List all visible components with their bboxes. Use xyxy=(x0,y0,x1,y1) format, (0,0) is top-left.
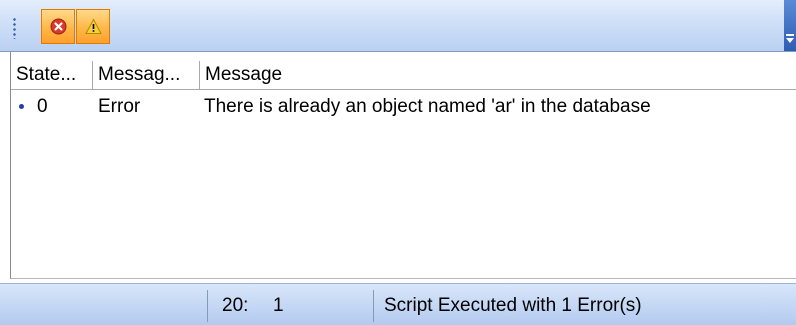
grid-header: State... Messag... Message xyxy=(11,61,796,90)
error-icon xyxy=(50,18,67,35)
messages-grid[interactable]: State... Messag... Message 0 Error There… xyxy=(10,52,796,279)
toolbar-grip-handle[interactable] xyxy=(13,17,16,39)
warning-icon xyxy=(85,18,102,34)
show-warnings-button[interactable] xyxy=(76,9,110,44)
column-header-state[interactable]: State... xyxy=(11,61,93,89)
toolbar-overflow-button[interactable] xyxy=(784,0,796,51)
row-state: 0 xyxy=(37,96,48,117)
status-message: Script Executed with 1 Error(s) xyxy=(373,290,796,322)
column-header-message-type[interactable]: Messag... xyxy=(93,61,200,89)
status-bar: 20: 1 Script Executed with 1 Error(s) xyxy=(0,283,796,325)
chevron-down-icon xyxy=(786,34,794,43)
messages-toolbar xyxy=(0,0,796,52)
column-header-message[interactable]: Message xyxy=(200,61,500,89)
cursor-column: 1 xyxy=(273,295,284,316)
show-errors-button[interactable] xyxy=(41,9,75,44)
cursor-position-panel: 20: 1 xyxy=(207,290,373,322)
row-bullet-icon xyxy=(19,104,24,109)
table-row[interactable]: 0 Error There is already an object named… xyxy=(11,92,796,122)
row-message-type: Error xyxy=(98,96,141,117)
row-message: There is already an object named 'ar' in… xyxy=(204,96,651,117)
cursor-line: 20: xyxy=(222,295,249,316)
